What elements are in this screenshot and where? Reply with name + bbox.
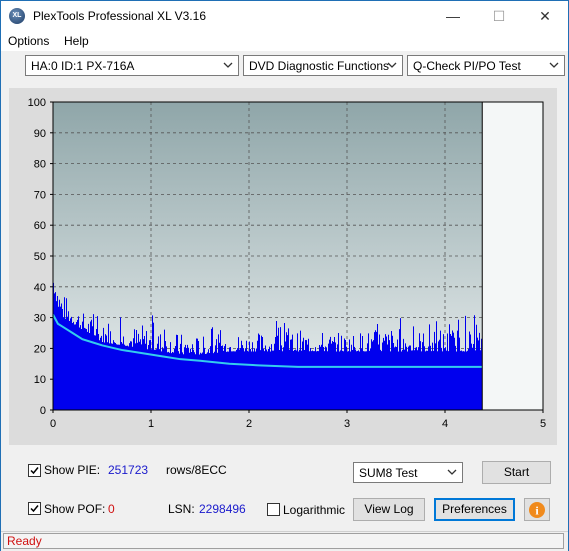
function-select-value: DVD Diagnostic Functions xyxy=(249,59,390,73)
menu-options[interactable]: Options xyxy=(8,34,49,48)
show-pie-label: Show PIE: xyxy=(44,463,101,477)
y-tick-label: 80 xyxy=(34,159,46,171)
y-tick-label: 10 xyxy=(34,374,46,386)
view-log-button[interactable]: View Log xyxy=(353,498,425,521)
logarithmic-label: Logarithmic xyxy=(283,503,346,517)
test-select[interactable]: Q-Check PI/PO Test xyxy=(407,55,565,76)
pof-value: 0 xyxy=(108,502,115,516)
status-text: Ready xyxy=(7,534,42,548)
x-tick-label: 4 xyxy=(442,418,448,430)
logarithmic-checkbox[interactable] xyxy=(267,503,280,516)
y-tick-label: 60 xyxy=(34,220,46,232)
start-button[interactable]: Start xyxy=(482,461,551,484)
lsn-value: 2298496 xyxy=(199,502,246,516)
function-select[interactable]: DVD Diagnostic Functions xyxy=(243,55,403,76)
preferences-button[interactable]: Preferences xyxy=(434,498,515,521)
maximize-button[interactable]: ☐ xyxy=(476,1,522,31)
x-tick-label: 1 xyxy=(148,418,154,430)
app-window: XL PlexTools Professional XL V3.16 — ☐ ✕… xyxy=(0,0,569,551)
menu-bar: Options Help xyxy=(1,31,568,51)
chevron-down-icon xyxy=(387,62,397,68)
y-tick-label: 0 xyxy=(40,405,46,417)
chevron-down-icon xyxy=(549,62,559,68)
info-icon: i xyxy=(529,502,545,518)
pie-value: 251723 xyxy=(108,463,149,477)
y-tick-label: 50 xyxy=(34,251,46,263)
sum8-select-value: SUM8 Test xyxy=(359,466,418,480)
y-tick-label: 40 xyxy=(34,282,46,294)
info-button[interactable]: i xyxy=(524,498,550,521)
title-bar: XL PlexTools Professional XL V3.16 — ☐ ✕ xyxy=(1,1,568,31)
y-tick-label: 30 xyxy=(34,313,46,325)
unscanned-region xyxy=(482,102,543,410)
checkmark-icon xyxy=(30,505,39,513)
drive-select-value: HA:0 ID:1 PX-716A xyxy=(31,59,135,73)
x-tick-label: 0 xyxy=(50,418,56,430)
x-tick-label: 3 xyxy=(344,418,350,430)
show-pie-checkbox[interactable] xyxy=(28,464,41,477)
x-tick-label: 2 xyxy=(246,418,252,430)
drive-select[interactable]: HA:0 ID:1 PX-716A xyxy=(25,55,239,76)
minimize-button[interactable]: — xyxy=(430,1,476,31)
menu-help[interactable]: Help xyxy=(64,34,89,48)
y-tick-label: 90 xyxy=(34,128,46,140)
show-pof-checkbox[interactable] xyxy=(28,502,41,515)
close-button[interactable]: ✕ xyxy=(522,1,568,31)
y-tick-label: 100 xyxy=(28,97,46,109)
window-title: PlexTools Professional XL V3.16 xyxy=(33,9,206,23)
checkmark-icon xyxy=(30,467,39,475)
show-pof-label: Show POF: xyxy=(44,502,106,516)
test-select-value: Q-Check PI/PO Test xyxy=(413,59,521,73)
status-field xyxy=(3,533,564,549)
y-tick-label: 20 xyxy=(34,343,46,355)
rows-label: rows/8ECC xyxy=(166,463,227,477)
pi-po-chart: 0 10 20 30 40 50 60 70 80 90 100 0 1 2 3 4 5 xyxy=(28,97,546,430)
chevron-down-icon xyxy=(447,469,457,475)
y-tick-label: 70 xyxy=(34,189,46,201)
sum8-select[interactable]: SUM8 Test xyxy=(353,462,463,483)
app-logo-icon: XL xyxy=(9,8,25,24)
x-tick-label: 5 xyxy=(540,418,546,430)
chevron-down-icon xyxy=(223,62,233,68)
lsn-label: LSN: xyxy=(168,502,195,516)
status-bar: Ready xyxy=(1,531,568,551)
